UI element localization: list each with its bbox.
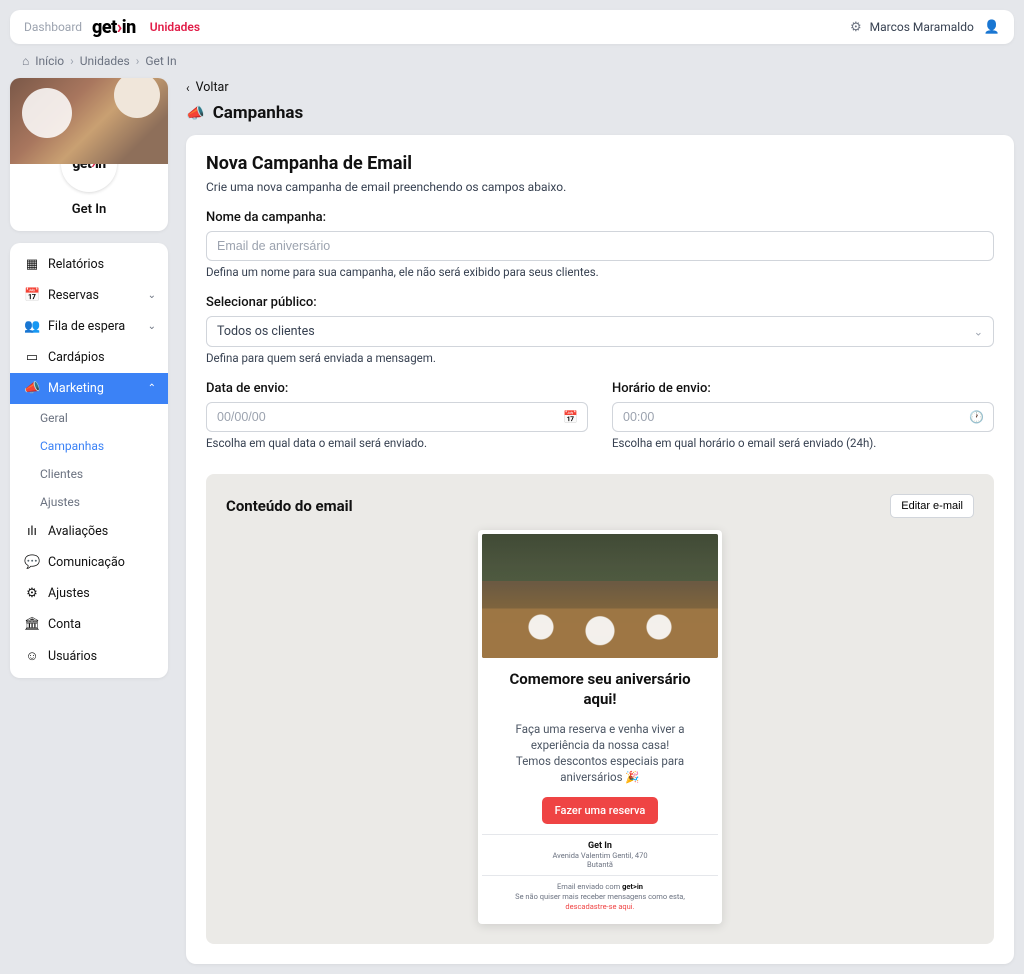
form-heading: Nova Campanha de Email: [206, 153, 994, 174]
campaign-name-label: Nome da campanha:: [206, 210, 994, 225]
topbar: Dashboard get›in Unidades ⚙ Marcos Maram…: [10, 10, 1014, 44]
gear-icon[interactable]: ⚙: [850, 20, 862, 35]
bank-icon: 🏛: [24, 617, 40, 632]
chart-icon: ılı: [24, 524, 40, 539]
email-frame: Comemore seu aniversário aqui! Faça uma …: [478, 530, 722, 924]
date-input[interactable]: [206, 402, 588, 432]
email-paragraph: Faça uma reserva e venha viver a experiê…: [496, 721, 704, 785]
logo-text-left: get: [92, 17, 117, 38]
email-preview-panel: Conteúdo do email Editar e-mail Comemore…: [206, 474, 994, 944]
chat-icon: 💬: [24, 555, 40, 570]
gear-icon: ⚙: [24, 586, 40, 601]
chevron-down-icon: ⌄: [148, 321, 156, 332]
chevron-down-icon: ⌄: [974, 325, 983, 338]
email-hero-image: [482, 534, 718, 658]
breadcrumb-home[interactable]: Início: [35, 54, 64, 68]
chevron-down-icon: ⌄: [148, 290, 156, 301]
queue-icon: 👥: [24, 319, 40, 334]
dashboard-icon: ▦: [24, 257, 40, 272]
unidades-link[interactable]: Unidades: [150, 20, 200, 34]
username-label[interactable]: Marcos Maramaldo: [870, 20, 974, 34]
sidebar-item-label: Cardápios: [48, 350, 105, 365]
edit-email-button[interactable]: Editar e-mail: [890, 494, 974, 518]
sidebar-item-label: Conta: [48, 617, 81, 632]
sidebar-item-conta[interactable]: 🏛 Conta: [10, 609, 168, 640]
time-label: Horário de envio:: [612, 381, 994, 396]
home-icon: ⌂: [22, 54, 29, 68]
form-description: Crie uma nova campanha de email preenche…: [206, 180, 994, 194]
sidebar-item-avaliacoes[interactable]: ılı Avaliações: [10, 516, 168, 547]
chevron-up-icon: ⌃: [148, 383, 156, 394]
page-title: Campanhas: [213, 103, 304, 123]
disc-text-2: Se não quiser mais receber mensagens com…: [515, 892, 685, 901]
email-footer-addr2: Butantã: [490, 860, 710, 869]
email-heading: Comemore seu aniversário aqui!: [496, 670, 704, 709]
disc-text-1: Email enviado com: [557, 882, 622, 891]
sidebar-sub-campanhas[interactable]: Campanhas: [10, 432, 168, 460]
back-label: Voltar: [196, 80, 229, 95]
page-title-row: 📣 Campanhas: [186, 103, 1014, 123]
email-p2: Temos descontos especiais para aniversár…: [516, 754, 684, 784]
brand-cover-image: [10, 78, 168, 164]
megaphone-icon: 📣: [186, 104, 205, 122]
sidebar-item-fila[interactable]: 👥 Fila de espera ⌄: [10, 311, 168, 342]
sidebar-sub-geral[interactable]: Geral: [10, 404, 168, 432]
sidebar-item-relatorios[interactable]: ▦ Relatórios: [10, 249, 168, 280]
sidebar-item-comunicacao[interactable]: 💬 Comunicação: [10, 547, 168, 578]
time-hint: Escolha em qual horário o email será env…: [612, 436, 994, 450]
preview-title: Conteúdo do email: [226, 497, 353, 515]
sidebar-item-label: Usuários: [48, 649, 97, 664]
chevron-left-icon: ‹: [186, 81, 190, 95]
sidebar-item-label: Avaliações: [48, 524, 108, 539]
sidebar-sub-clientes[interactable]: Clientes: [10, 460, 168, 488]
brand-card: get›in Get In: [10, 78, 168, 231]
dashboard-link[interactable]: Dashboard: [24, 20, 82, 34]
sidebar-sub-ajustes[interactable]: Ajustes: [10, 488, 168, 516]
nav-card: ▦ Relatórios 📅 Reservas ⌄ 👥 Fila de espe…: [10, 243, 168, 678]
brand-name: Get In: [10, 192, 168, 231]
back-button[interactable]: ‹ Voltar: [186, 80, 1014, 95]
sidebar-item-label: Comunicação: [48, 555, 125, 570]
disc-brand: get>in: [622, 882, 643, 891]
public-select[interactable]: Todos os clientes ⌄: [206, 316, 994, 347]
sidebar-item-usuarios[interactable]: ☺ Usuários: [10, 640, 168, 672]
logo-text-right: in: [122, 17, 136, 38]
sidebar-item-label: Relatórios: [48, 257, 104, 272]
email-footer-address: Get In Avenida Valentim Gentil, 470 Buta…: [482, 834, 718, 876]
sidebar-item-label: Reservas: [48, 288, 99, 303]
breadcrumb: ⌂ Início › Unidades › Get In: [0, 44, 1024, 78]
sidebar-item-label: Marketing: [48, 381, 104, 396]
breadcrumb-unidades[interactable]: Unidades: [80, 54, 130, 68]
sidebar-item-cardapios[interactable]: ▭ Cardápios: [10, 342, 168, 373]
date-label: Data de envio:: [206, 381, 588, 396]
time-input[interactable]: [612, 402, 994, 432]
public-label: Selecionar público:: [206, 295, 994, 310]
date-hint: Escolha em qual data o email será enviad…: [206, 436, 588, 450]
email-footer-name: Get In: [490, 841, 710, 851]
calendar-icon: 📅: [24, 288, 40, 303]
campaign-name-input[interactable]: [206, 231, 994, 261]
logo[interactable]: get›in: [92, 17, 136, 38]
email-p1: Faça uma reserva e venha viver a experiê…: [516, 722, 685, 752]
email-cta-button[interactable]: Fazer uma reserva: [542, 797, 659, 824]
public-hint: Defina para quem será enviada a mensagem…: [206, 351, 994, 365]
user-icon[interactable]: 👤: [984, 20, 1000, 35]
unsubscribe-link[interactable]: descadastre-se aqui.: [565, 902, 634, 911]
menu-icon: ▭: [24, 350, 40, 365]
user-icon: ☺: [24, 648, 40, 664]
megaphone-icon: 📣: [24, 381, 40, 396]
public-select-value: Todos os clientes: [217, 324, 315, 339]
chevron-right-icon: ›: [136, 54, 140, 68]
sidebar-item-reservas[interactable]: 📅 Reservas ⌄: [10, 280, 168, 311]
sidebar-item-label: Fila de espera: [48, 319, 125, 334]
breadcrumb-current: Get In: [145, 54, 176, 68]
form-card: Nova Campanha de Email Crie uma nova cam…: [186, 135, 1014, 964]
email-footer-addr1: Avenida Valentim Gentil, 470: [490, 851, 710, 860]
email-disclaimer: Email enviado com get>in Se não quiser m…: [482, 876, 718, 919]
sidebar-item-label: Ajustes: [48, 586, 90, 601]
sidebar-item-marketing[interactable]: 📣 Marketing ⌃: [10, 373, 168, 404]
chevron-right-icon: ›: [70, 54, 74, 68]
campaign-name-hint: Defina um nome para sua campanha, ele nã…: [206, 265, 994, 279]
sidebar-item-ajustes[interactable]: ⚙ Ajustes: [10, 578, 168, 609]
